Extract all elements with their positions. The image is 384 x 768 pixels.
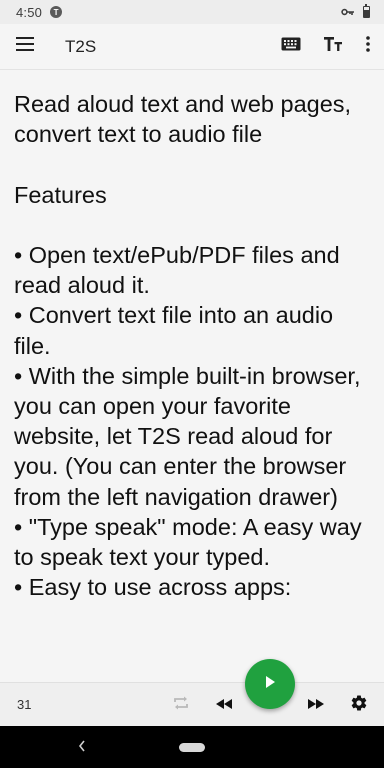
status-bar: 4:50 T (0, 0, 384, 24)
fast-forward-icon (308, 696, 324, 714)
keyboard-button[interactable] (270, 25, 312, 69)
back-button[interactable] (78, 739, 86, 757)
more-options-button[interactable] (354, 25, 382, 69)
status-icons (341, 4, 370, 20)
repeat-icon (172, 695, 190, 716)
app-notification-icon: T (50, 6, 63, 18)
play-button[interactable] (245, 659, 295, 709)
fast-forward-button[interactable] (298, 686, 334, 724)
menu-button[interactable] (3, 25, 47, 69)
battery-icon (363, 4, 370, 18)
text-size-icon (323, 36, 343, 57)
reader-text[interactable]: Read aloud text and web pages, convert t… (0, 71, 384, 602)
text-size-button[interactable] (312, 25, 354, 69)
player-bar: 31 (0, 682, 384, 726)
page-count: 31 (17, 697, 32, 712)
app-bar: T2S (0, 24, 384, 70)
system-nav-bar (0, 726, 384, 768)
menu-icon (16, 37, 34, 56)
play-icon (264, 675, 276, 694)
app-actions (270, 25, 382, 69)
home-pill[interactable] (179, 742, 205, 752)
status-time: 4:50 (16, 4, 43, 20)
repeat-button[interactable] (163, 686, 199, 724)
reader-content[interactable]: Read aloud text and web pages, convert t… (0, 71, 384, 682)
rewind-icon (216, 696, 232, 714)
vpn-key-icon (341, 5, 355, 20)
keyboard-icon (281, 37, 301, 56)
settings-icon (350, 694, 368, 717)
rewind-button[interactable] (206, 686, 242, 724)
settings-button[interactable] (341, 686, 377, 724)
back-icon (78, 739, 86, 756)
app-title: T2S (65, 36, 97, 56)
more-vert-icon (366, 36, 370, 57)
